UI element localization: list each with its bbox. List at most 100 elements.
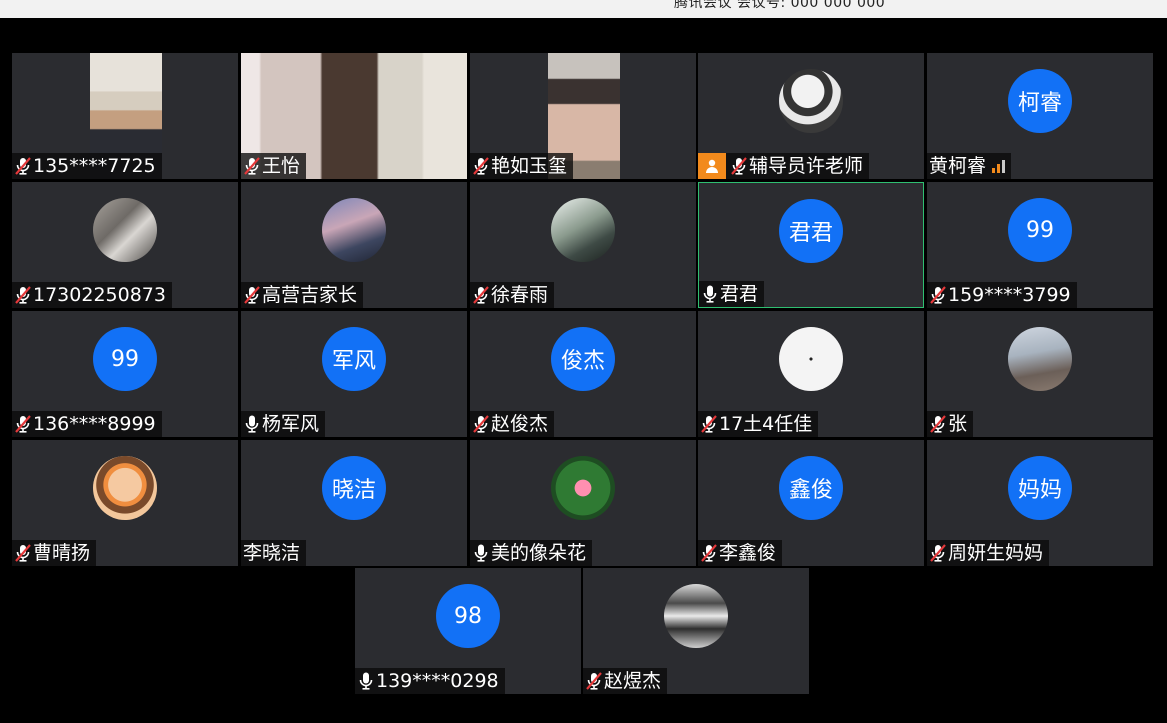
avatar (1008, 327, 1072, 391)
participant-name: 辅导员许老师 (749, 155, 864, 177)
participant-tile[interactable]: 17302250873 (12, 182, 238, 308)
host-user-icon (698, 153, 726, 179)
participant-tile[interactable]: 赵煜杰 (583, 568, 809, 694)
mic-muted-icon[interactable] (472, 285, 490, 305)
participant-nameplate: 张 (927, 411, 974, 437)
participant-name: 徐春雨 (491, 284, 549, 306)
text-avatar: 99 (1008, 198, 1072, 262)
participant-tile[interactable]: 君君 君君 (698, 182, 924, 308)
participant-name: 李鑫俊 (719, 542, 777, 564)
participant-name: 高营吉家长 (262, 284, 358, 306)
text-avatar: 晓洁 (322, 456, 386, 520)
mic-muted-icon[interactable] (14, 285, 32, 305)
participant-name: 杨军风 (262, 413, 320, 435)
avatar (551, 198, 615, 262)
mic-muted-icon[interactable] (929, 285, 947, 305)
participant-nameplate: 曹晴扬 (12, 540, 97, 566)
participant-name: 张 (948, 413, 968, 435)
avatar (93, 198, 157, 262)
participant-tile[interactable]: 柯睿黄柯睿 (927, 53, 1153, 179)
participant-tile[interactable]: 王怡 (241, 53, 467, 179)
participant-tile[interactable]: 98 139****0298 (355, 568, 581, 694)
mic-icon[interactable] (701, 284, 719, 304)
participant-nameplate: 李鑫俊 (698, 540, 783, 566)
participant-tile[interactable]: 17土4任佳 (698, 311, 924, 437)
participant-nameplate: 杨军风 (241, 411, 326, 437)
text-avatar: 98 (436, 584, 500, 648)
participant-name: 曹晴扬 (33, 542, 91, 564)
participant-tile[interactable]: 高营吉家长 (241, 182, 467, 308)
mic-muted-icon[interactable] (472, 156, 490, 176)
mic-muted-icon[interactable] (700, 543, 718, 563)
participant-tile[interactable]: 军风 杨军风 (241, 311, 467, 437)
mic-icon[interactable] (357, 671, 375, 691)
signal-strength-icon (992, 159, 1006, 173)
mic-muted-icon[interactable] (730, 156, 748, 176)
participant-nameplate: 赵俊杰 (470, 411, 555, 437)
mic-muted-icon[interactable] (929, 543, 947, 563)
participant-name: 君君 (720, 283, 759, 305)
text-avatar: 99 (93, 327, 157, 391)
mic-muted-icon[interactable] (243, 156, 261, 176)
participant-name: 王怡 (262, 155, 301, 177)
mic-muted-icon[interactable] (700, 414, 718, 434)
participant-tile[interactable]: 晓洁 李晓洁 (241, 440, 467, 566)
avatar (779, 69, 843, 133)
participant-name: 李晓洁 (243, 542, 301, 564)
participant-nameplate: 赵煜杰 (583, 668, 668, 694)
avatar (93, 456, 157, 520)
participant-name: 159****3799 (948, 284, 1071, 306)
participant-tile[interactable]: 徐春雨 (470, 182, 696, 308)
participant-nameplate: 17302250873 (12, 282, 172, 308)
mic-muted-icon[interactable] (14, 543, 32, 563)
avatar (779, 327, 843, 391)
mic-muted-icon[interactable] (929, 414, 947, 434)
participant-nameplate: 徐春雨 (470, 282, 555, 308)
mic-muted-icon[interactable] (14, 156, 32, 176)
participant-tile[interactable]: 美的像朵花 (470, 440, 696, 566)
text-avatar: 军风 (322, 327, 386, 391)
participant-tile[interactable]: 99 159****3799 (927, 182, 1153, 308)
participant-nameplate: 黄柯睿 (927, 153, 1012, 179)
participant-tile[interactable]: 99 136****8999 (12, 311, 238, 437)
participant-nameplate: 周妍生妈妈 (927, 540, 1050, 566)
participant-tile[interactable]: 135****7725 (12, 53, 238, 179)
participant-nameplate: 139****0298 (355, 668, 505, 694)
participant-tile[interactable]: 艳如玉玺 (470, 53, 696, 179)
participant-grid: 135****7725 王怡 艳如玉玺 辅导员许老师 柯睿黄柯睿 17302250… (0, 0, 1167, 723)
mic-muted-icon[interactable] (585, 671, 603, 691)
participant-tile[interactable]: 妈妈 周妍生妈妈 (927, 440, 1153, 566)
participant-name: 136****8999 (33, 413, 156, 435)
participant-tile[interactable]: 鑫俊 李鑫俊 (698, 440, 924, 566)
participant-tile[interactable]: 辅导员许老师 (698, 53, 924, 179)
mic-muted-icon[interactable] (472, 414, 490, 434)
participant-tile[interactable]: 曹晴扬 (12, 440, 238, 566)
text-avatar: 柯睿 (1008, 69, 1072, 133)
participant-name: 赵俊杰 (491, 413, 549, 435)
mic-muted-icon[interactable] (243, 285, 261, 305)
mic-icon[interactable] (243, 414, 261, 434)
participant-nameplate: 李晓洁 (241, 540, 307, 566)
text-avatar: 妈妈 (1008, 456, 1072, 520)
participant-tile[interactable]: 张 (927, 311, 1153, 437)
participant-nameplate: 136****8999 (12, 411, 162, 437)
participant-name: 赵煜杰 (604, 670, 662, 692)
participant-name: 美的像朵花 (491, 542, 587, 564)
text-avatar: 俊杰 (551, 327, 615, 391)
participant-name: 139****0298 (376, 670, 499, 692)
avatar (322, 198, 386, 262)
participant-nameplate: 艳如玉玺 (470, 153, 574, 179)
participant-tile[interactable]: 俊杰 赵俊杰 (470, 311, 696, 437)
participant-nameplate: 王怡 (241, 153, 307, 179)
text-avatar: 鑫俊 (779, 456, 843, 520)
participant-nameplate: 美的像朵花 (470, 540, 593, 566)
avatar (551, 456, 615, 520)
participant-name: 周妍生妈妈 (948, 542, 1044, 564)
mic-muted-icon[interactable] (14, 414, 32, 434)
participant-nameplate: 159****3799 (927, 282, 1077, 308)
participant-nameplate: 辅导员许老师 (698, 153, 870, 179)
participant-name: 艳如玉玺 (491, 155, 568, 177)
participant-name: 17302250873 (33, 284, 166, 306)
mic-icon[interactable] (472, 543, 490, 563)
avatar (664, 584, 728, 648)
